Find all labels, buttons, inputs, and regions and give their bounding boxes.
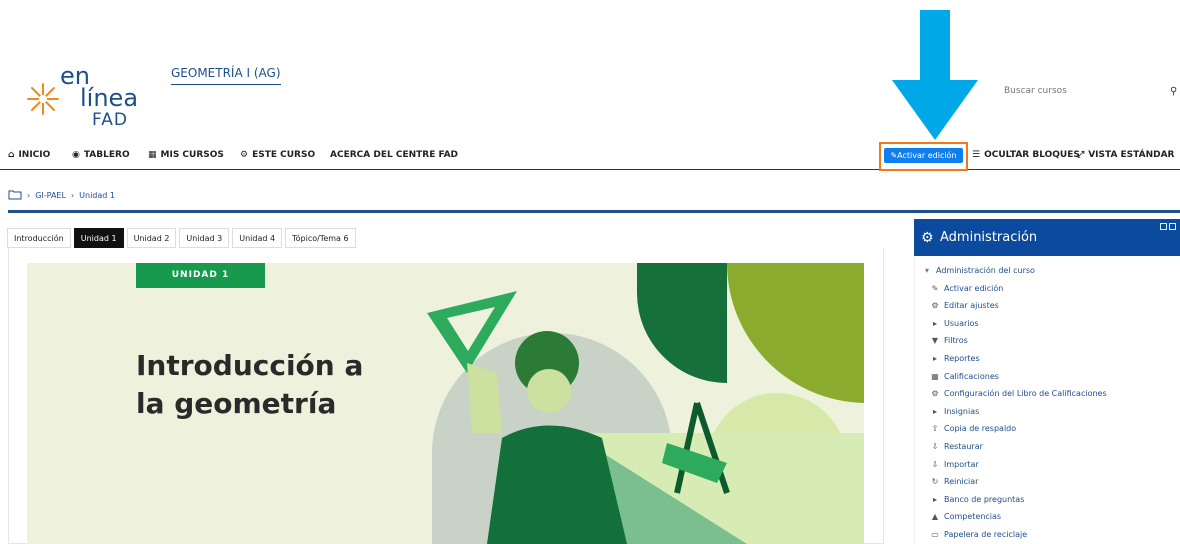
search-icon[interactable]: ⚲ <box>1170 86 1177 97</box>
admin-item-filtros[interactable]: ▼ Filtros <box>922 335 1107 353</box>
tab-unidad-4[interactable]: Unidad 4 <box>232 228 283 248</box>
briefcase-icon: ▦ <box>148 150 157 160</box>
competency-icon: ▲ <box>931 512 939 522</box>
trash-icon: ▭ <box>931 529 939 539</box>
admin-item-administracion-curso[interactable]: ▾ Administración del curso <box>922 265 1107 283</box>
caret-right-icon: ▸ <box>932 406 937 416</box>
gear-icon: ⚙ <box>931 301 939 311</box>
tab-introduccion[interactable]: Introducción <box>7 228 71 248</box>
tab-unidad-1[interactable]: Unidad 1 <box>73 228 124 248</box>
admin-item-config-libro[interactable]: ⚙ Configuración del Libro de Calificacion… <box>922 388 1106 406</box>
nav-item-inicio[interactable]: ⌂ INICIO <box>8 150 50 160</box>
upload-icon: ⇧ <box>931 424 939 434</box>
course-title-link[interactable]: GEOMETRÍA I (AG) <box>171 66 281 85</box>
dashboard-icon: ◉ <box>72 150 80 160</box>
gear-icon: ⚙ <box>931 389 939 399</box>
main-navbar: ⌂ INICIO ◉ TABLERO ▦ MIS CURSOS ⚙ ESTE CURSO… <box>0 144 1180 170</box>
admin-item-calificaciones[interactable]: ▦ Calificaciones <box>922 371 1107 389</box>
header-divider <box>8 210 1180 213</box>
breadcrumb-item-unit[interactable]: Unidad 1 <box>79 191 115 200</box>
tab-unidad-3[interactable]: Unidad 3 <box>179 228 230 248</box>
banner-title: Introducción a la geometría <box>136 349 364 420</box>
nav-item-tablero[interactable]: ◉ TABLERO <box>72 150 130 160</box>
logo-word-linea: línea <box>80 84 139 112</box>
pencil-icon: ✎ <box>931 283 939 293</box>
filter-icon: ▼ <box>931 336 939 346</box>
breadcrumb-separator: › <box>27 190 31 200</box>
download-icon: ⇩ <box>931 441 939 451</box>
activar-edicion-button[interactable]: ✎Activar edición <box>884 148 963 163</box>
home-icon: ⌂ <box>8 150 15 160</box>
breadcrumb-item-course[interactable]: GI-PAEL <box>35 191 66 200</box>
refresh-icon: ↻ <box>931 477 939 487</box>
caret-down-icon: ▾ <box>924 266 929 275</box>
sitemap-icon: ⚙ <box>240 150 249 160</box>
collapse-block-icon[interactable] <box>1160 223 1167 230</box>
tab-topico-6[interactable]: Tópico/Tema 6 <box>285 228 356 248</box>
admin-item-papelera[interactable]: ▭ Papelera de reciclaje <box>922 529 1107 544</box>
nav-item-acerca[interactable]: ACERCA DEL CENTRE FAD <box>330 150 458 160</box>
admin-tree: ▾ Administración del curso ✎ Activar edici… <box>922 265 1107 544</box>
admin-item-importar[interactable]: ⇩ Importar <box>922 459 1107 477</box>
caret-right-icon: ▸ <box>932 494 937 504</box>
admin-block-header: ⚙ Administración <box>914 219 1180 256</box>
standard-view-button[interactable]: ⤢ VISTA ESTÁNDAR <box>1077 150 1174 160</box>
admin-item-editar-ajustes[interactable]: ⚙ Editar ajustes <box>922 300 1107 318</box>
tab-unidad-2[interactable]: Unidad 2 <box>126 228 177 248</box>
admin-item-reportes[interactable]: ▸ Reportes <box>922 353 1107 371</box>
caret-right-icon: ▸ <box>932 318 937 328</box>
hide-blocks-button[interactable]: ☰ OCULTAR BLOQUES <box>972 150 1080 160</box>
unit-banner: UNIDAD 1 Introducción a la geometría <box>27 263 864 544</box>
star-burst-icon <box>27 83 59 115</box>
admin-item-copia-respaldo[interactable]: ⇧ Copia de respaldo <box>922 423 1107 441</box>
download-icon: ⇩ <box>931 459 939 469</box>
site-logo[interactable]: en línea FAD <box>26 62 146 132</box>
list-icon: ☰ <box>972 150 981 160</box>
admin-item-usuarios[interactable]: ▸ Usuarios <box>922 318 1107 336</box>
nav-item-mis-cursos[interactable]: ▦ MIS CURSOS <box>148 150 224 160</box>
admin-block-title: Administración <box>940 230 1038 245</box>
admin-item-banco-preguntas[interactable]: ▸ Banco de preguntas <box>922 494 1107 512</box>
admin-block-body: ▾ Administración del curso ✎ Activar edici… <box>914 256 1180 544</box>
caret-right-icon: ▸ <box>932 353 937 363</box>
admin-item-competencias[interactable]: ▲ Competencias <box>922 511 1107 529</box>
nav-item-este-curso[interactable]: ⚙ ESTE CURSO <box>240 150 315 160</box>
gears-icon: ⚙ <box>921 230 934 246</box>
dock-block-icon[interactable] <box>1169 223 1176 230</box>
section-tabs: Introducción Unidad 1 Unidad 2 Unidad 3 … <box>7 228 356 248</box>
breadcrumb-separator: › <box>70 190 75 200</box>
annotation-arrow-icon <box>892 10 978 140</box>
search-input[interactable] <box>1004 86 1154 96</box>
admin-item-restaurar[interactable]: ⇩ Restaurar <box>922 441 1107 459</box>
unit-badge: UNIDAD 1 <box>136 263 265 288</box>
block-controls <box>1160 223 1176 230</box>
expand-icon: ⤢ <box>1077 150 1085 160</box>
admin-item-activar-edicion[interactable]: ✎ Activar edición <box>922 283 1107 301</box>
logo-word-fad: FAD <box>92 110 128 130</box>
admin-item-reiniciar[interactable]: ↻ Reiniciar <box>922 476 1107 494</box>
admin-item-insignias[interactable]: ▸ Insignias <box>922 406 1107 424</box>
table-icon: ▦ <box>931 371 939 381</box>
folder-icon[interactable] <box>8 190 22 200</box>
breadcrumb: › GI-PAEL › Unidad 1 <box>8 190 115 200</box>
